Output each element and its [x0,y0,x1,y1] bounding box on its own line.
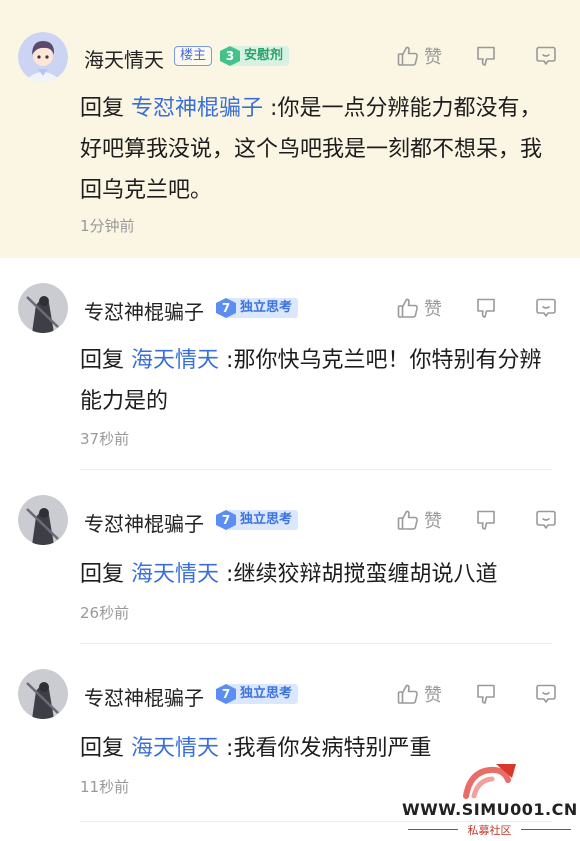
dislike-button[interactable] [474,508,504,532]
comment-item: 专怼神棍骗子 7 独立思考 赞 回复 海天情天 :那你快乌克兰吧！你特别有分辨能… [0,258,580,470]
like-label: 赞 [424,47,442,68]
owner-badge: 楼主 [174,46,213,66]
thumb-up-icon [396,682,420,706]
thumb-up-icon [396,508,420,532]
comment-actions: 赞 [396,507,558,533]
level-badge[interactable]: 7 独立思考 [216,297,299,319]
username[interactable]: 专怼神棍骗子 [84,682,204,711]
reply-prefix: 回复 [80,348,125,373]
reply-target-link[interactable]: 海天情天 [131,348,219,373]
watermark-url: WWW.SIMU001.CN [402,800,578,819]
dislike-button[interactable] [474,682,504,706]
thumb-up-icon [396,44,420,68]
watermark-line-right [521,829,571,830]
level-title: 独立思考 [226,684,299,704]
reply-target-link[interactable]: 海天情天 [131,562,219,587]
reply-target-link[interactable]: 专怼神棍骗子 [131,96,263,121]
thumb-down-icon [474,682,498,706]
thumb-down-icon [474,44,498,68]
like-label: 赞 [424,299,442,320]
comment-text: 回复 海天情天 :那你快乌克兰吧！你特别有分辨能力是的 [80,340,552,422]
level-title: 独立思考 [226,510,299,530]
thumb-up-icon [396,296,420,320]
like-label: 赞 [424,511,442,532]
comment-content: :继续狡辩胡搅蛮缠胡说八道 [226,562,498,587]
comment-bubble-icon [534,682,558,706]
comment-time: 11秒前 [80,778,130,796]
level-title: 独立思考 [226,298,299,318]
thumb-down-icon [474,296,498,320]
thumb-down-icon [474,508,498,532]
comment-item: 海天情天 楼主 3 安慰剂 赞 回复 专怼神棍骗子 :你是一点分辨能力都没有，好… [0,0,580,258]
reply-button[interactable] [534,296,558,320]
username[interactable]: 专怼神棍骗子 [84,296,204,325]
watermark-subtitle: 私募社区 [467,824,512,837]
divider [80,469,552,470]
reply-prefix: 回复 [80,736,125,761]
level-badge[interactable]: 3 安慰剂 [220,45,290,67]
reply-target-link[interactable]: 海天情天 [131,736,219,761]
comment-time: 37秒前 [80,430,130,448]
level-badge[interactable]: 7 独立思考 [216,509,299,531]
reply-button[interactable] [534,508,558,532]
dislike-button[interactable] [474,296,504,320]
like-button[interactable]: 赞 [396,295,458,321]
comment-actions: 赞 [396,295,558,321]
like-button[interactable]: 赞 [396,507,458,533]
reply-button[interactable] [534,682,558,706]
comment-time: 26秒前 [80,604,130,622]
comment-content: :我看你发病特别严重 [226,736,432,761]
like-label: 赞 [424,685,442,706]
divider [80,643,552,644]
reply-prefix: 回复 [80,96,125,121]
comment-text: 回复 海天情天 :继续狡辩胡搅蛮缠胡说八道 [80,554,552,595]
comment-actions: 赞 [396,681,558,707]
dislike-button[interactable] [474,44,504,68]
like-button[interactable]: 赞 [396,681,458,707]
watermark: WWW.SIMU001.CN 私募社区 [402,760,578,837]
watermark-logo-icon [460,760,520,804]
comment-item: 专怼神棍骗子 7 独立思考 赞 回复 海天情天 :继续狡辩胡搅蛮缠胡说八道 26… [0,471,580,644]
reply-prefix: 回复 [80,562,125,587]
comment-text: 回复 专怼神棍骗子 :你是一点分辨能力都没有，好吧算我没说，这个鸟吧我是一刻都不… [80,88,552,211]
like-button[interactable]: 赞 [396,43,458,69]
comment-bubble-icon [534,508,558,532]
comment-time: 1分钟前 [80,217,135,235]
level-badge[interactable]: 7 独立思考 [216,683,299,705]
avatar[interactable] [18,32,68,82]
avatar[interactable] [18,669,68,719]
comment-actions: 赞 [396,43,558,69]
reply-button[interactable] [534,44,558,68]
comment-bubble-icon [534,44,558,68]
username[interactable]: 专怼神棍骗子 [84,508,204,537]
username[interactable]: 海天情天 [84,44,164,73]
avatar[interactable] [18,495,68,545]
comment-bubble-icon [534,296,558,320]
avatar[interactable] [18,283,68,333]
